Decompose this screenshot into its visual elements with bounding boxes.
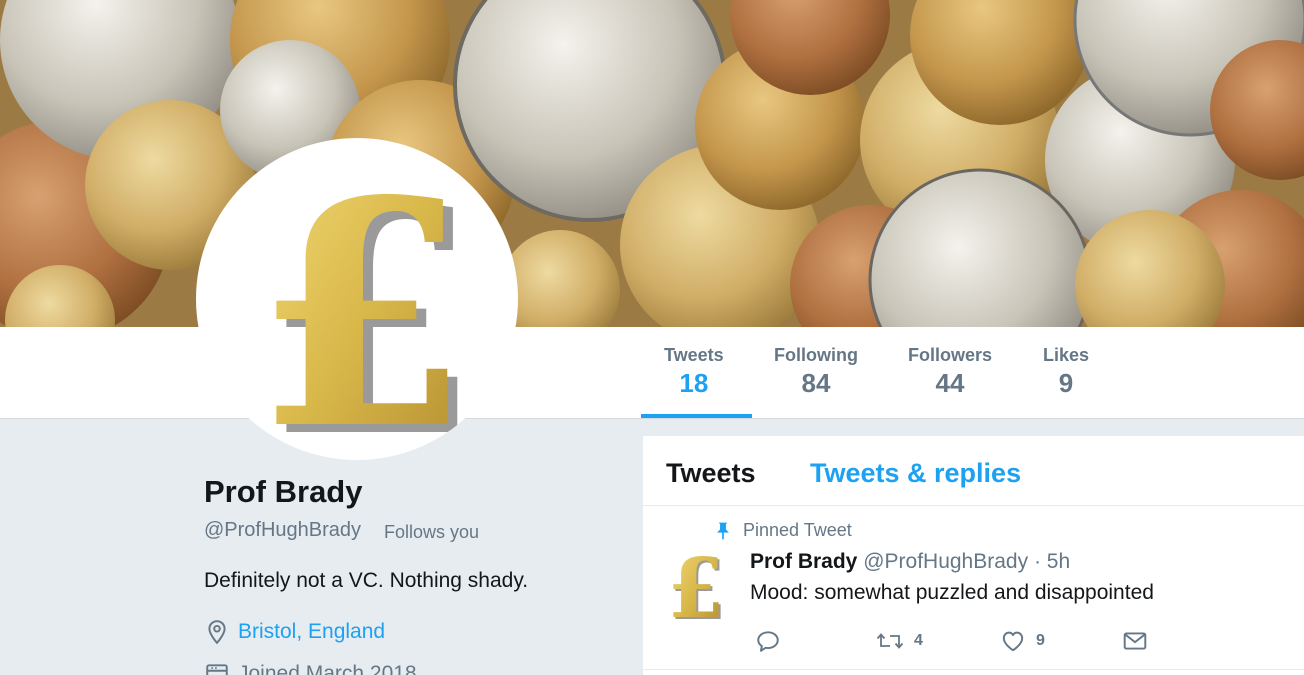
envelope-icon <box>1123 632 1147 650</box>
tweet-divider <box>643 669 1304 670</box>
profile-name: Prof Brady <box>204 474 363 509</box>
active-stat-underline <box>641 414 752 418</box>
retweet-icon <box>876 633 904 649</box>
profile-bio: Definitely not a VC. Nothing shady. <box>204 569 529 592</box>
stat-followers[interactable]: Followers 44 <box>908 345 992 399</box>
profile-avatar[interactable]: £ £ <box>196 138 518 460</box>
tweet-timestamp[interactable]: 5h <box>1047 550 1070 573</box>
stat-followers-value: 44 <box>935 368 965 398</box>
pinned-tweet-label: Pinned Tweet <box>713 520 852 541</box>
pin-icon <box>717 522 729 540</box>
retweet-count: 4 <box>914 632 923 649</box>
timeline-tabs: Tweets Tweets & replies <box>643 436 1304 506</box>
tweet-text: Mood: somewhat puzzled and disappointed <box>750 581 1154 604</box>
retweet-button[interactable]: 4 <box>876 628 923 654</box>
like-button[interactable]: 9 <box>1000 628 1045 654</box>
tab-tweets[interactable]: Tweets <box>666 458 756 489</box>
tweet-author-handle[interactable]: @ProfHughBrady <box>863 550 1028 573</box>
timeline-panel: Tweets Tweets & replies Pinned Tweet £ £… <box>643 436 1304 675</box>
pound-sign-icon: £ £ <box>667 541 726 639</box>
calendar-icon <box>206 664 228 675</box>
location-pin-icon <box>208 620 226 645</box>
stat-following[interactable]: Following 84 <box>774 345 858 399</box>
joined-date: Joined March 2018 <box>238 662 417 675</box>
tweet-avatar[interactable]: £ £ <box>665 541 727 639</box>
stat-tweets-value: 18 <box>679 368 709 398</box>
follows-you-badge: Follows you <box>384 522 480 542</box>
stat-tweets-label: Tweets <box>664 345 724 365</box>
reply-button[interactable] <box>755 628 781 654</box>
profile-location: Bristol, England <box>204 619 385 645</box>
direct-message-button[interactable] <box>1122 628 1148 654</box>
tab-tweets-and-replies[interactable]: Tweets & replies <box>810 458 1021 489</box>
stat-likes-value: 9 <box>1058 368 1074 398</box>
stat-following-label: Following <box>774 345 858 365</box>
reply-icon <box>757 631 779 652</box>
heart-icon <box>1002 631 1024 652</box>
svg-text:£: £ <box>667 546 724 626</box>
pound-sign-icon: £ £ <box>254 138 480 460</box>
tweet-header: Prof Brady @ProfHughBrady · 5h <box>750 550 1070 574</box>
profile-joined: Joined March 2018 <box>204 661 417 675</box>
tweet-separator: · <box>1033 550 1041 573</box>
like-count: 9 <box>1036 632 1045 649</box>
profile-handle: @ProfHughBrady <box>204 519 362 541</box>
stat-tweets[interactable]: Tweets 18 <box>664 345 724 399</box>
stat-followers-label: Followers <box>908 345 993 365</box>
location-link[interactable]: Bristol, England <box>238 620 385 644</box>
svg-text:£: £ <box>254 138 470 460</box>
tweet-author-name[interactable]: Prof Brady <box>750 550 857 573</box>
stat-likes[interactable]: Likes 9 <box>1043 345 1089 399</box>
stat-following-value: 84 <box>801 368 831 398</box>
stat-likes-label: Likes <box>1043 345 1090 365</box>
pinned-tweet-text: Pinned Tweet <box>743 520 852 540</box>
